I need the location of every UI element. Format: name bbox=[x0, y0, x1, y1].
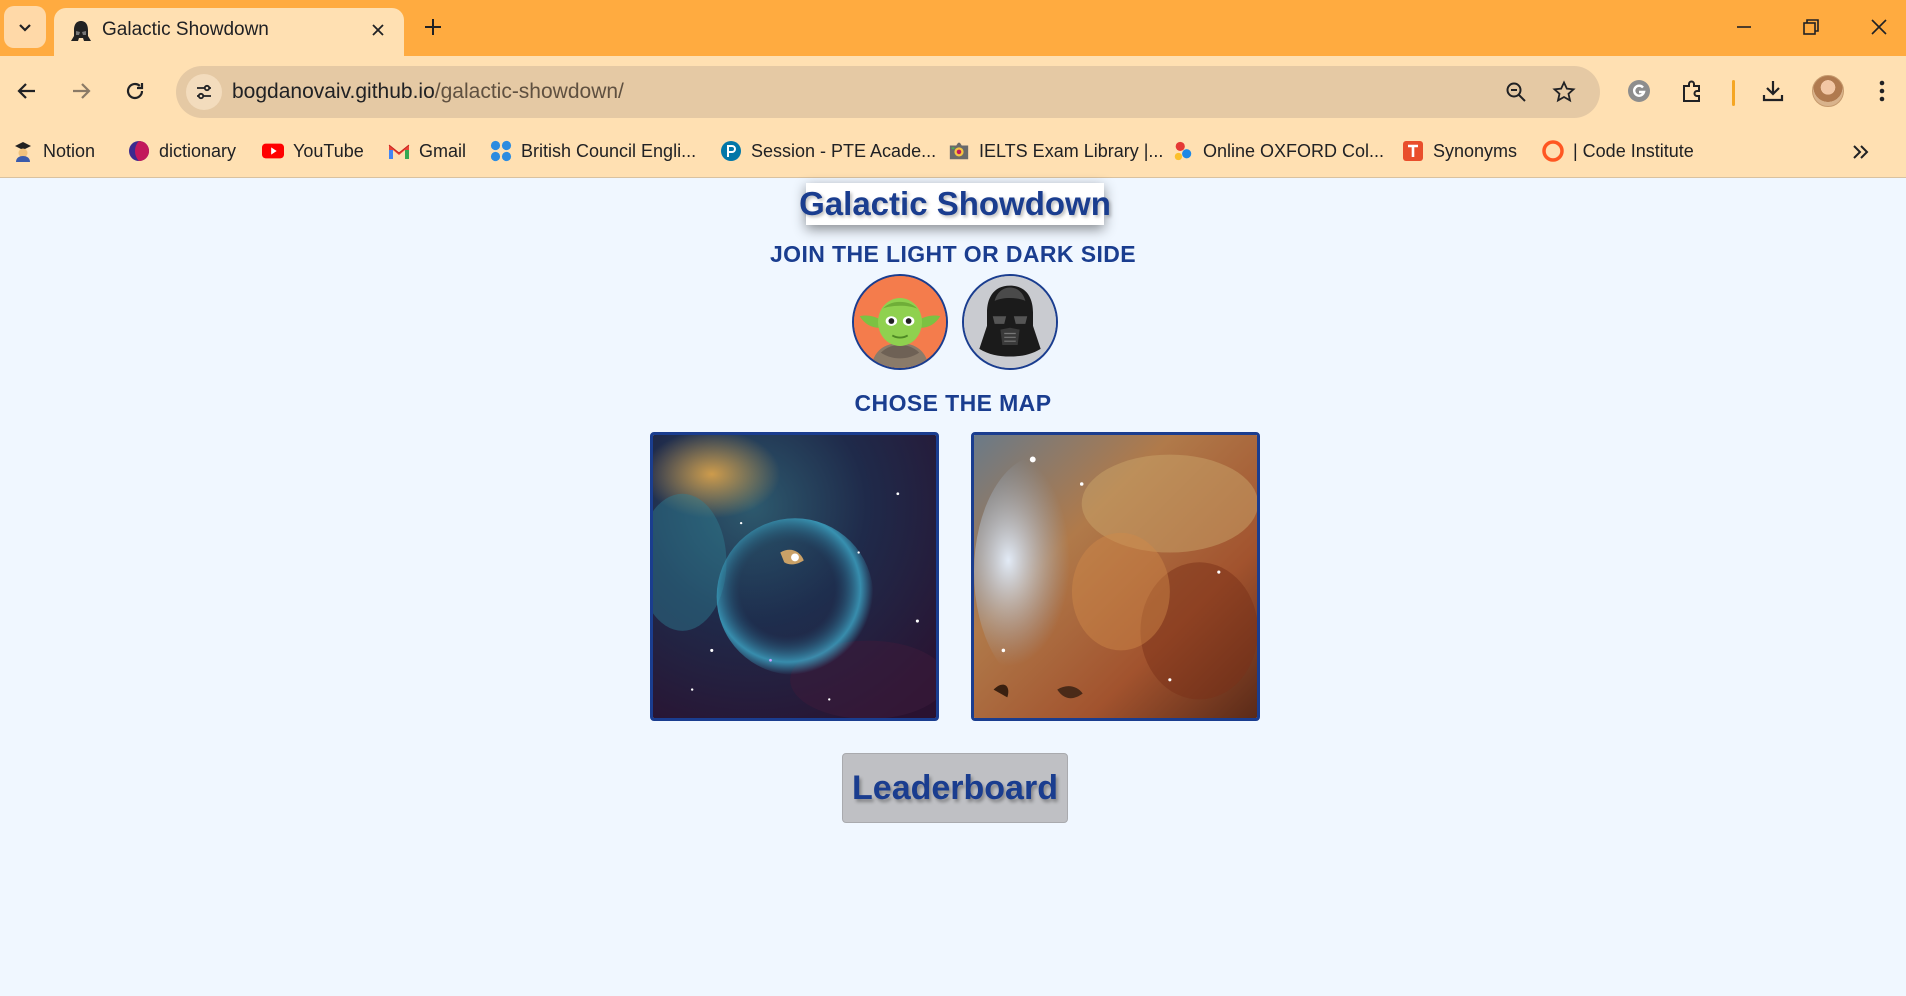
arrow-right-icon bbox=[73, 83, 91, 99]
close-icon bbox=[1871, 19, 1887, 35]
bookmark-ielts[interactable]: IELTS Exam Library |... bbox=[948, 136, 1163, 166]
dark-side-choice[interactable] bbox=[962, 274, 1058, 370]
yoda-icon bbox=[854, 276, 946, 368]
close-tab-button[interactable] bbox=[366, 18, 390, 42]
back-button[interactable] bbox=[8, 72, 46, 110]
chevron-down-icon bbox=[19, 24, 31, 32]
active-tab[interactable]: Galactic Showdown bbox=[54, 8, 404, 56]
minimize-icon bbox=[1737, 26, 1751, 28]
tune-icon bbox=[197, 84, 211, 100]
url-domain: bogdanovaiv.github.io bbox=[232, 80, 435, 103]
close-window-button[interactable] bbox=[1859, 10, 1899, 44]
grammarly-icon bbox=[1628, 80, 1650, 102]
bookmark-label: dictionary bbox=[159, 140, 237, 161]
forward-button[interactable] bbox=[62, 72, 100, 110]
bookmark-label: | Code Institute bbox=[1573, 140, 1694, 161]
bookmark-gmail[interactable]: Gmail bbox=[388, 136, 466, 166]
bookmark-label: British Council Engli... bbox=[521, 140, 697, 161]
url-path: /galactic-showdown/ bbox=[434, 80, 624, 103]
map-choice-bubble-nebula[interactable] bbox=[650, 432, 939, 721]
leaderboard-button[interactable]: Leaderboard bbox=[842, 753, 1068, 823]
zoom-button[interactable] bbox=[1502, 78, 1530, 106]
page-title: Galactic Showdown bbox=[799, 183, 1111, 225]
map-choice-keyhole-nebula[interactable] bbox=[971, 432, 1260, 721]
star-outline-icon bbox=[1552, 80, 1576, 103]
bookmark-synonyms[interactable]: Synonyms bbox=[1402, 136, 1517, 166]
british-council-icon bbox=[490, 140, 512, 162]
chevron-double-right-icon bbox=[1853, 145, 1869, 159]
tab-strip: Galactic Showdown bbox=[0, 0, 1906, 56]
bookmark-label: Online OXFORD Col... bbox=[1203, 140, 1385, 161]
minimize-button[interactable] bbox=[1724, 10, 1764, 44]
map-prompt: CHOSE THE MAP bbox=[854, 390, 1052, 416]
new-tab-button[interactable] bbox=[418, 12, 448, 42]
tab-search-button[interactable] bbox=[4, 6, 46, 48]
restore-icon bbox=[1803, 19, 1819, 35]
puzzle-piece-icon bbox=[1683, 80, 1700, 102]
page-content: Galactic Showdown JOIN THE LIGHT OR DARK… bbox=[0, 179, 1906, 996]
toolbar-separator bbox=[1732, 80, 1735, 106]
ielts-icon bbox=[948, 140, 970, 162]
gmail-icon bbox=[388, 140, 410, 162]
side-prompt: JOIN THE LIGHT OR DARK SIDE bbox=[769, 241, 1137, 267]
address-bar[interactable]: bogdanovaiv.github.io/galactic-showdown/ bbox=[176, 66, 1600, 118]
bookmark-label: YouTube bbox=[293, 140, 364, 161]
close-icon bbox=[372, 24, 384, 36]
bookmark-dictionary[interactable]: dictionary bbox=[128, 136, 236, 166]
url-text: bogdanovaiv.github.io/galactic-showdown/ bbox=[232, 80, 624, 104]
pte-icon bbox=[720, 140, 742, 162]
bookmark-british-council[interactable]: British Council Engli... bbox=[490, 136, 696, 166]
download-icon bbox=[1762, 81, 1784, 102]
bookmark-oxford[interactable]: Online OXFORD Col... bbox=[1172, 136, 1384, 166]
bookmark-label: IELTS Exam Library |... bbox=[979, 140, 1164, 161]
plus-icon bbox=[425, 19, 441, 35]
bubble-nebula-image bbox=[653, 435, 936, 718]
bookmark-label: Notion bbox=[43, 140, 96, 161]
bookmark-notion[interactable]: Notion bbox=[12, 136, 95, 166]
bookmark-code-institute[interactable]: | Code Institute bbox=[1542, 136, 1694, 166]
zoom-out-icon bbox=[1506, 82, 1526, 102]
youtube-icon bbox=[262, 140, 284, 162]
bookmark-youtube[interactable]: YouTube bbox=[262, 136, 364, 166]
bookmark-star-button[interactable] bbox=[1550, 78, 1578, 106]
browser-menu-button[interactable] bbox=[1863, 72, 1901, 110]
oxford-icon bbox=[1172, 140, 1194, 162]
arrow-left-icon bbox=[17, 83, 35, 99]
synonyms-icon bbox=[1402, 140, 1424, 162]
extensions-button[interactable] bbox=[1674, 72, 1712, 110]
site-info-button[interactable] bbox=[186, 74, 222, 110]
downloads-button[interactable] bbox=[1754, 72, 1792, 110]
bookmark-label: Synonyms bbox=[1433, 140, 1518, 161]
dictionary-icon bbox=[128, 140, 150, 162]
notion-graduate-icon bbox=[12, 140, 34, 162]
grammarly-extension-button[interactable] bbox=[1620, 72, 1658, 110]
code-institute-icon bbox=[1542, 140, 1564, 162]
bookmark-label: Gmail bbox=[419, 140, 467, 161]
keyhole-nebula-image bbox=[974, 435, 1257, 718]
light-side-choice[interactable] bbox=[852, 274, 948, 370]
profile-avatar[interactable] bbox=[1812, 75, 1844, 107]
bookmark-pte-session[interactable]: Session - PTE Acade... bbox=[720, 136, 936, 166]
bookmarks-bar: Notion dictionary YouTube Gmail British … bbox=[0, 124, 1906, 178]
reload-button[interactable] bbox=[116, 72, 154, 110]
tab-title: Galactic Showdown bbox=[102, 19, 269, 40]
browser-toolbar: bogdanovaiv.github.io/galactic-showdown/ bbox=[0, 56, 1906, 124]
reload-icon bbox=[126, 82, 144, 100]
bookmark-label: Session - PTE Acade... bbox=[751, 140, 937, 161]
restore-button[interactable] bbox=[1791, 10, 1831, 44]
more-bookmarks-button[interactable] bbox=[1845, 140, 1875, 164]
darth-vader-icon bbox=[964, 276, 1056, 368]
darth-vader-helmet-icon bbox=[71, 21, 91, 41]
more-vertical-icon bbox=[1879, 80, 1885, 102]
